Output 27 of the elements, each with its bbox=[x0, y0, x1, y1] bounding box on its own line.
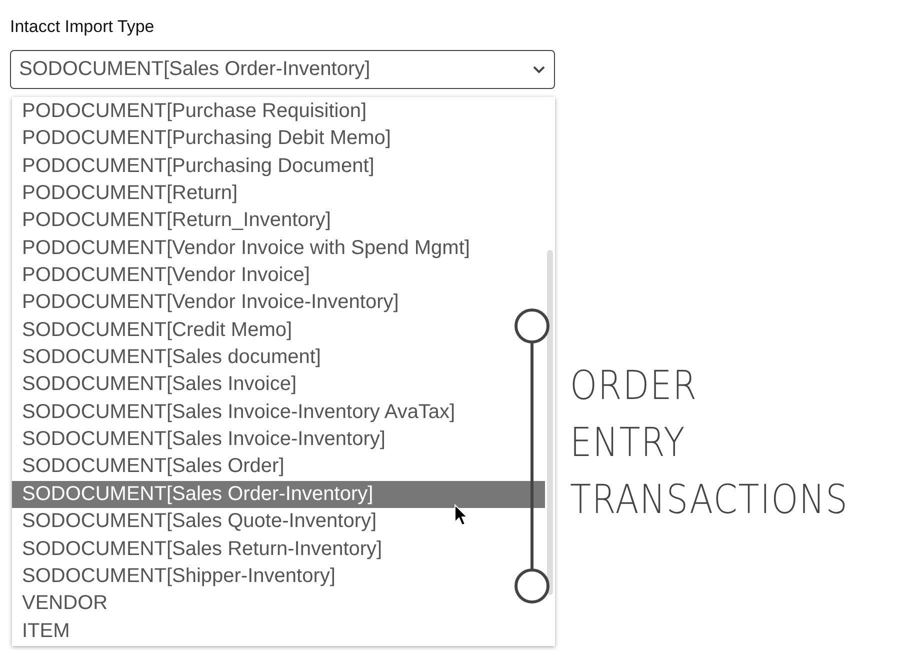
dropdown-option[interactable]: SODOCUMENT[Sales Quote-Inventory] bbox=[12, 508, 555, 536]
dropdown-option[interactable]: SODOCUMENT[Shipper-Inventory] bbox=[12, 562, 555, 590]
dropdown-option[interactable]: SODOCUMENT[Sales Invoice-Inventory] bbox=[12, 426, 555, 454]
dropdown-option[interactable]: SODOCUMENT[Sales Invoice] bbox=[12, 371, 555, 399]
dropdown-option[interactable]: PODOCUMENT[Return_Inventory] bbox=[12, 207, 555, 235]
annotation-text: ORDER bbox=[570, 362, 698, 411]
dropdown-option[interactable]: PODOCUMENT[Purchasing Debit Memo] bbox=[12, 125, 555, 153]
annotation-text: TRANSACTIONS bbox=[570, 476, 848, 525]
annotation-text: ENTRY bbox=[570, 419, 686, 468]
dropdown-option[interactable]: SODOCUMENT[Sales Invoice-Inventory AvaTax] bbox=[12, 398, 555, 426]
dropdown-option[interactable]: ITEM bbox=[12, 618, 555, 645]
dropdown-option[interactable]: SODOCUMENT[Sales document] bbox=[12, 344, 555, 372]
dropdown-option[interactable]: PODOCUMENT[Vendor Invoice with Spend Mgmt] bbox=[12, 234, 555, 262]
dropdown-option[interactable]: SODOCUMENT[Credit Memo] bbox=[12, 316, 555, 344]
dropdown-option[interactable]: SODOCUMENT[Sales Order-Inventory] bbox=[12, 480, 545, 508]
dropdown-option[interactable]: PODOCUMENT[Purchase Requisition] bbox=[12, 98, 555, 126]
dropdown-option[interactable]: PODOCUMENT[Vendor Invoice] bbox=[12, 262, 555, 290]
dropdown-option[interactable]: SODOCUMENT[Sales Order] bbox=[12, 453, 555, 481]
field-label: Intacct Import Type bbox=[10, 16, 156, 38]
scrollbar[interactable] bbox=[547, 250, 553, 595]
dropdown-option[interactable]: VENDOR bbox=[12, 590, 555, 618]
dropdown-option[interactable]: SODOCUMENT[Sales Return-Inventory] bbox=[12, 536, 555, 563]
dropdown-option[interactable]: PODOCUMENT[Vendor Invoice-Inventory] bbox=[12, 289, 555, 317]
import-type-dropdown[interactable]: SODOCUMENT[Sales Order-Inventory] bbox=[10, 50, 555, 89]
chevron-icon bbox=[532, 64, 546, 74]
dropdown-option[interactable]: PODOCUMENT[Return] bbox=[12, 180, 555, 208]
dropdown-option[interactable]: PODOCUMENT[Purchasing Document] bbox=[12, 152, 555, 180]
